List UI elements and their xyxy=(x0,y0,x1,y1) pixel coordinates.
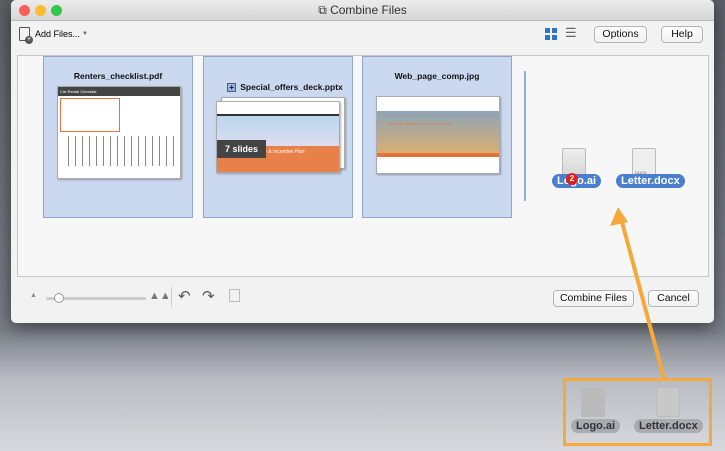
desktop-docx-file-icon xyxy=(656,387,680,417)
desktop-ai-file-icon xyxy=(581,387,605,417)
desktop-file-label[interactable]: Logo.ai xyxy=(571,419,621,433)
desktop-file-label[interactable]: Letter.docx xyxy=(634,419,703,433)
